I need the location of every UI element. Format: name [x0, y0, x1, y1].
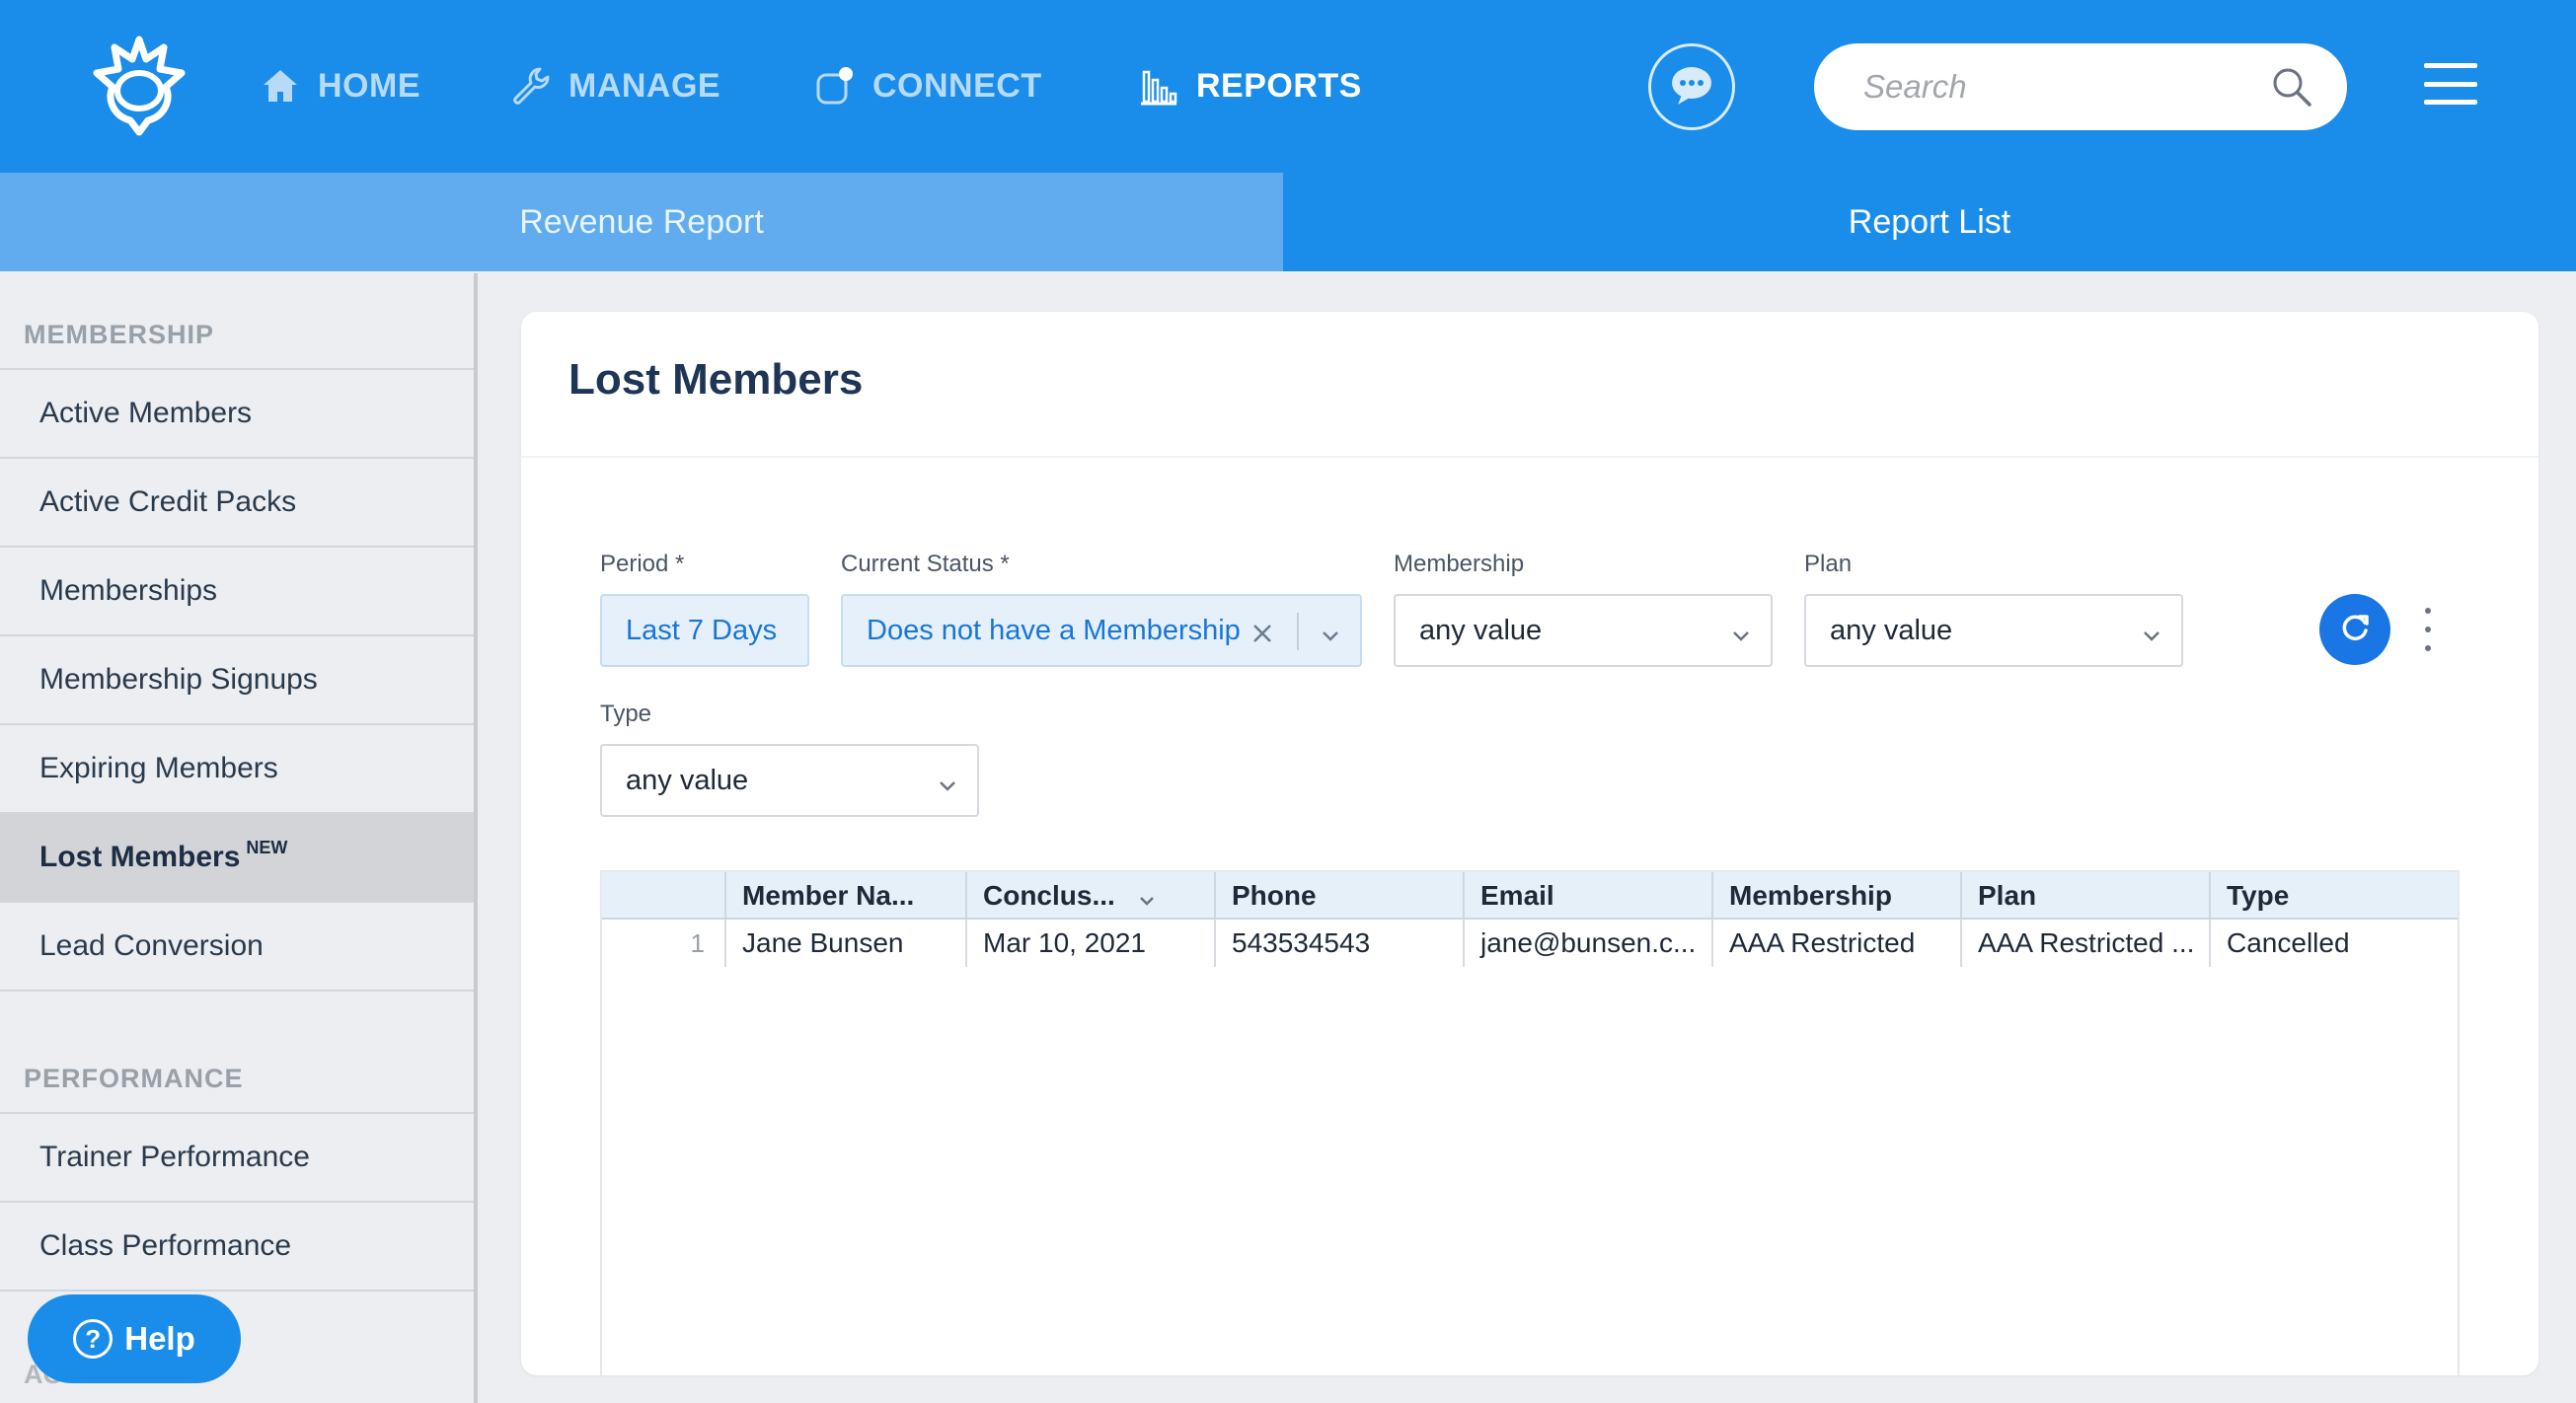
sidebar-item-lead-conversion[interactable]: Lead Conversion — [0, 903, 474, 992]
membership-label: Membership — [1394, 551, 1525, 577]
sidebar-item-class-performance[interactable]: Class Performance — [0, 1203, 474, 1292]
reports-sidebar: MEMBERSHIP Active Members Active Credit … — [0, 273, 478, 1403]
membership-value: any value — [1419, 614, 1543, 646]
sidebar-item-memberships[interactable]: Memberships — [0, 548, 474, 636]
app-logo-icon[interactable] — [87, 30, 191, 138]
column-header-membership[interactable]: Membership — [1711, 872, 1960, 920]
chat-bubble-icon — [1668, 63, 1715, 111]
membership-select[interactable]: any value — [1394, 594, 1773, 667]
tab-report-list[interactable]: Report List — [1283, 173, 2576, 271]
plan-select[interactable]: any value — [1804, 594, 2183, 667]
notification-icon — [813, 64, 857, 108]
sidebar-item-label: Lost Members — [39, 841, 241, 873]
chevron-down-icon — [2142, 622, 2161, 641]
wrench-icon — [509, 64, 553, 108]
column-header-plan[interactable]: Plan — [1960, 872, 2209, 920]
title-divider — [521, 456, 2538, 458]
nav-reports[interactable]: REPORTS — [1137, 59, 1362, 112]
sidebar-heading-membership: MEMBERSHIP — [0, 273, 474, 370]
report-card: Lost Members Period * Last 7 Days Curren… — [521, 312, 2538, 1375]
type-value: any value — [626, 764, 749, 796]
help-button[interactable]: ? Help — [28, 1294, 241, 1383]
sidebar-item-active-credit-packs[interactable]: Active Credit Packs — [0, 459, 474, 548]
type-select[interactable]: any value — [600, 744, 979, 817]
period-label: Period * — [600, 551, 685, 577]
table-cell-plan[interactable]: AAA Restricted ... — [1960, 920, 2209, 967]
sidebar-item-expiring-members[interactable]: Expiring Members — [0, 725, 474, 814]
search-box — [1814, 43, 2347, 130]
column-header-type[interactable]: Type — [2209, 872, 2458, 920]
plan-label: Plan — [1804, 551, 1853, 577]
report-subtabs: Revenue Report Report List — [0, 173, 2576, 271]
table-cell-phone[interactable]: 543534543 — [1214, 920, 1463, 967]
nav-manage-label: MANAGE — [568, 66, 721, 105]
current-status-value: Does not have a Membership — [867, 614, 1241, 646]
sidebar-item-lost-members[interactable]: Lost Members NEW — [0, 814, 474, 903]
question-icon: ? — [73, 1319, 114, 1359]
current-status-select[interactable]: Does not have a Membership — [841, 594, 1362, 667]
row-number: 1 — [690, 927, 705, 958]
plan-value: any value — [1830, 614, 1953, 646]
nav-home[interactable]: HOME — [259, 59, 420, 112]
chevron-down-icon — [1731, 622, 1751, 641]
home-icon — [259, 64, 302, 108]
refresh-button[interactable] — [2319, 594, 2390, 665]
page-title: Lost Members — [568, 355, 864, 404]
refresh-icon — [2338, 611, 2372, 649]
table-cell-member-name[interactable]: Jane Bunsen — [724, 920, 965, 967]
chevron-down-icon[interactable] — [1321, 622, 1340, 641]
current-status-label: Current Status * — [841, 551, 1010, 577]
column-header-phone[interactable]: Phone — [1214, 872, 1463, 920]
sort-chevron-icon[interactable] — [1137, 886, 1157, 918]
nav-connect[interactable]: CONNECT — [813, 59, 1042, 112]
period-select[interactable]: Last 7 Days — [600, 594, 809, 667]
period-value: Last 7 Days — [626, 614, 778, 646]
column-header-email[interactable]: Email — [1463, 872, 1711, 920]
column-header-member-name[interactable]: Member Na... — [724, 872, 965, 920]
clear-status-icon[interactable] — [1251, 620, 1273, 642]
nav-reports-label: REPORTS — [1196, 66, 1362, 105]
sidebar-heading-performance: PERFORMANCE — [0, 992, 474, 1114]
new-badge: NEW — [246, 837, 288, 857]
table-cell-email[interactable]: jane@bunsen.c... — [1463, 920, 1711, 967]
sidebar-item-active-members[interactable]: Active Members — [0, 370, 474, 459]
column-header-label: Conclus... — [983, 880, 1115, 911]
status-separator — [1297, 613, 1299, 650]
table-cell-type[interactable]: Cancelled — [2209, 920, 2458, 967]
type-label: Type — [600, 701, 652, 727]
lost-members-table: Member Na... Conclus... Phone Email Memb… — [600, 870, 2460, 1375]
help-label: Help — [124, 1320, 195, 1357]
top-navigation-bar: HOME MANAGE CONNECT REPORTS — [0, 0, 2576, 173]
chat-button[interactable] — [1648, 43, 1735, 130]
hamburger-menu-icon[interactable] — [2424, 63, 2477, 105]
nav-connect-label: CONNECT — [872, 66, 1042, 105]
table-cell-conclusion[interactable]: Mar 10, 2021 — [965, 920, 1214, 967]
table-header: Member Na... Conclus... Phone Email Memb… — [602, 872, 2458, 920]
more-options-icon[interactable] — [2422, 608, 2434, 651]
bar-chart-icon — [1137, 64, 1180, 108]
table-cell-membership[interactable]: AAA Restricted — [1711, 920, 1960, 967]
column-header-conclusion[interactable]: Conclus... — [965, 872, 1214, 920]
sidebar-item-trainer-performance[interactable]: Trainer Performance — [0, 1114, 474, 1203]
search-icon[interactable] — [2270, 65, 2313, 109]
nav-home-label: HOME — [318, 66, 420, 105]
chevron-down-icon — [938, 772, 957, 791]
search-input[interactable] — [1863, 59, 2258, 114]
nav-manage[interactable]: MANAGE — [509, 59, 720, 112]
sidebar-item-membership-signups[interactable]: Membership Signups — [0, 636, 474, 725]
tab-revenue-report[interactable]: Revenue Report — [0, 173, 1283, 271]
